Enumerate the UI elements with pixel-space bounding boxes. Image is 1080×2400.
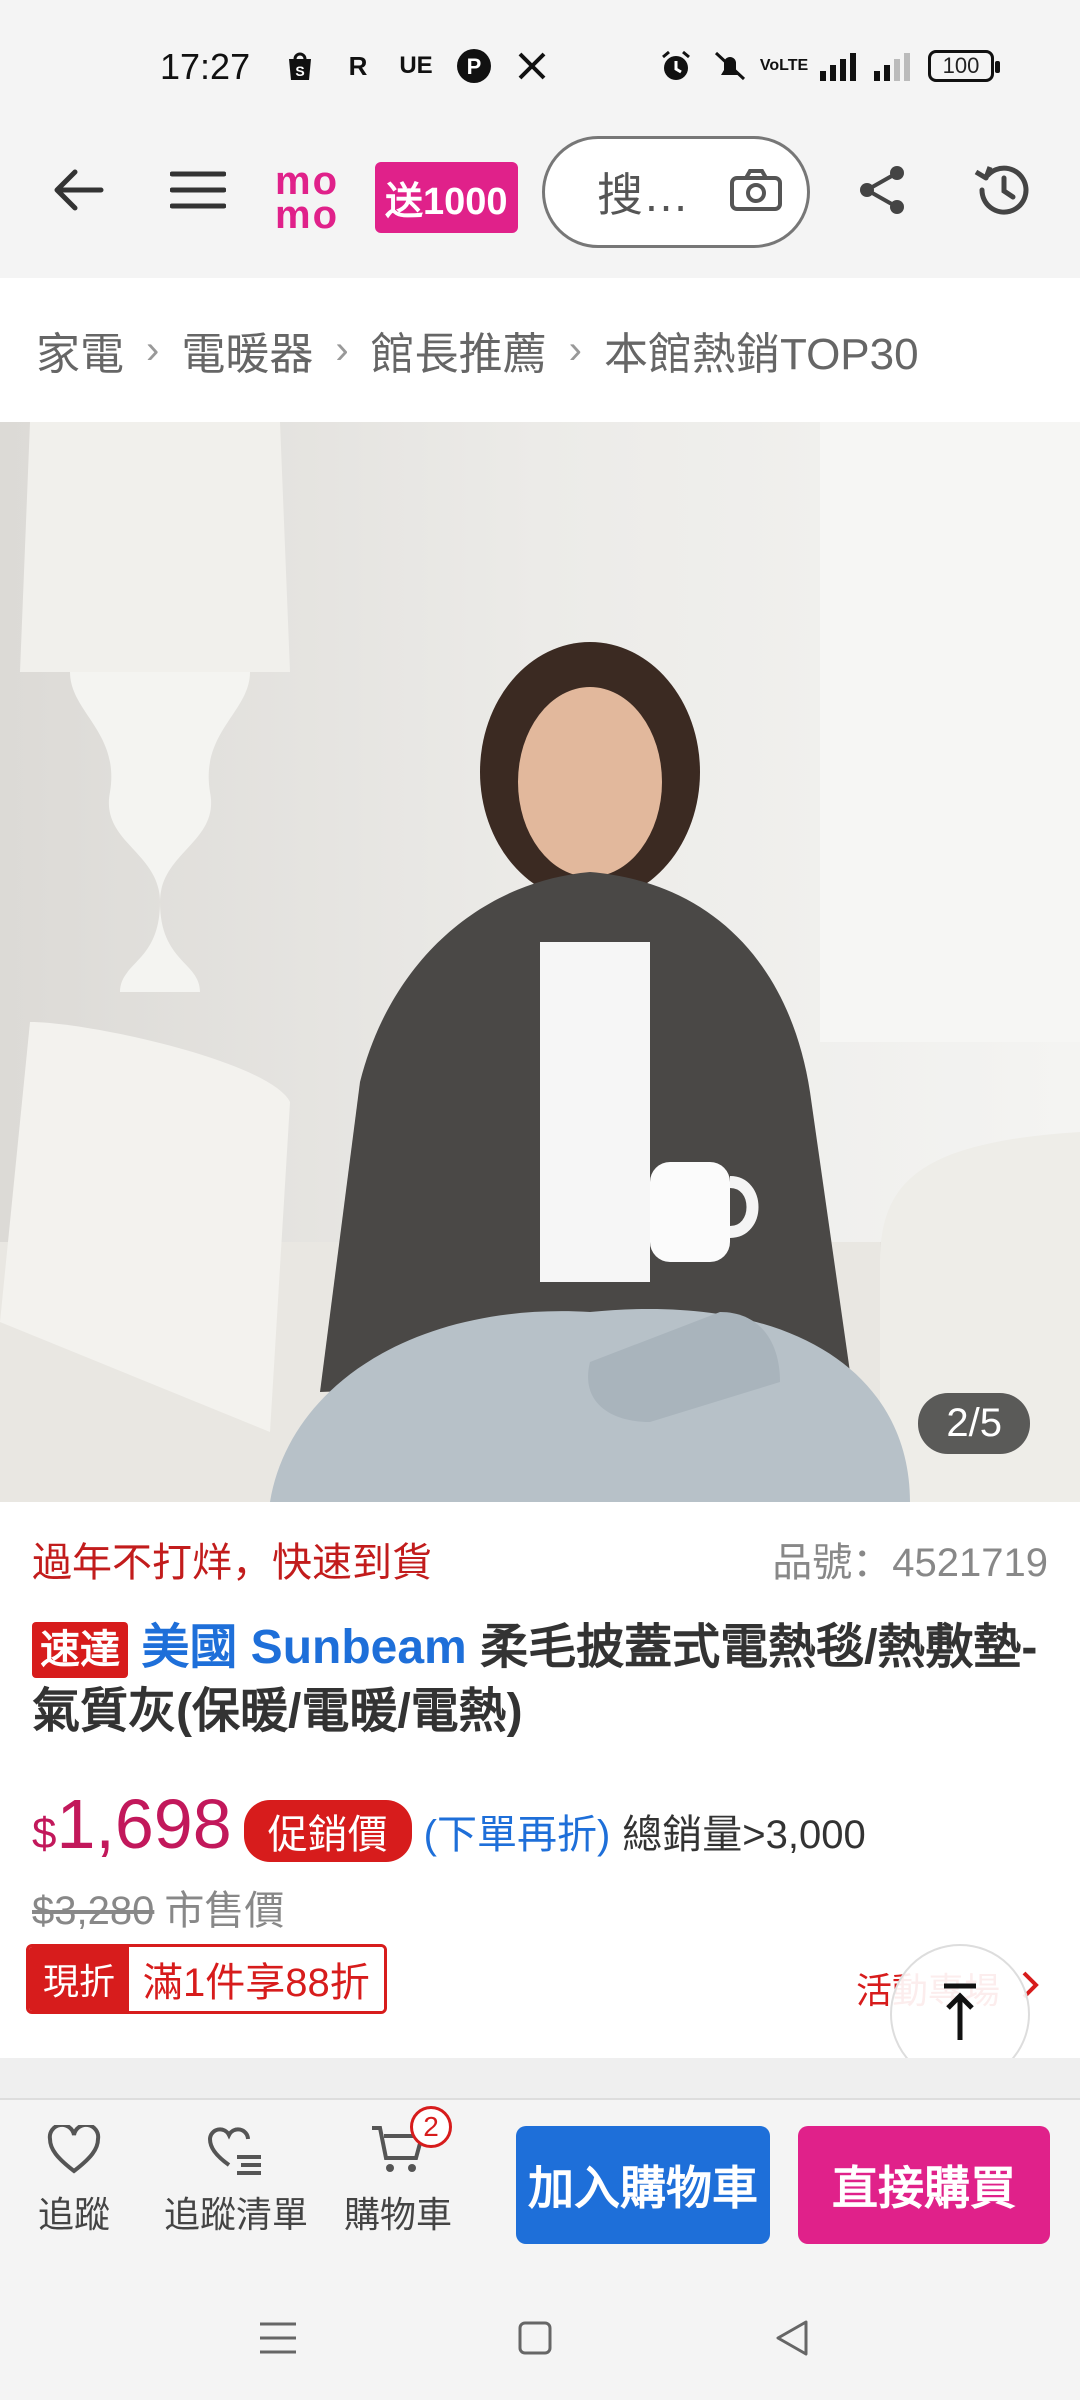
price-group: $1,698 [32, 1784, 232, 1864]
mute-icon [712, 48, 748, 84]
breadcrumb-item[interactable]: 本館熱銷TOP30 [604, 318, 919, 382]
discount-link[interactable]: (下單再折) [424, 1802, 611, 1860]
p-icon: P [456, 48, 492, 84]
bottom-action-bar: 追蹤 追蹤清單 2 購物車 加入購物車 直接購買 [0, 2098, 1080, 2268]
product-image-gallery[interactable]: 2/5 [0, 422, 1080, 1502]
status-notification-icons: S R UE P [282, 48, 550, 84]
shopping-bag-icon: S [282, 48, 318, 84]
coupon-text: 滿1件享88折 [129, 1947, 384, 2011]
fast-delivery-tag: 速達 [32, 1622, 128, 1679]
chevron-right-icon: › [568, 327, 582, 372]
home-icon[interactable] [505, 2308, 565, 2368]
history-icon[interactable] [962, 150, 1042, 230]
search-placeholder: 搜… [597, 169, 689, 221]
top-header: mo mo 送1000 搜… [0, 136, 1080, 278]
price-row: $1,698 促銷價 (下單再折) 總銷量>3,000 [32, 1784, 1048, 1864]
x-icon [514, 48, 550, 84]
cart-count-badge: 2 [410, 2106, 452, 2148]
breadcrumb-item[interactable]: 館長推薦 [371, 318, 547, 382]
system-nav-bar [0, 2268, 1080, 2400]
cart-icon: 2 [368, 2106, 452, 2180]
track-list-label: 追蹤清單 [164, 2194, 309, 2235]
price: 1,698 [56, 1785, 232, 1863]
track-list-button[interactable]: 追蹤清單 [164, 2120, 308, 2238]
ue-icon: UE [399, 52, 433, 79]
logo-text: mo mo [275, 158, 339, 237]
cart-button[interactable]: 2 購物車 [344, 2106, 453, 2238]
promo-price-tag: 促銷價 [243, 1800, 412, 1862]
brand-link[interactable]: 美國 Sunbeam [141, 1621, 466, 1674]
coupon-label: 現折 [29, 1947, 130, 2011]
breadcrumb-item[interactable]: 家電 [36, 318, 124, 382]
status-system-icons: VoLTE 100 [658, 48, 1000, 84]
original-price: $3,280 [32, 1889, 155, 1933]
promo-text: 過年不打烊，快速到貨 [32, 1541, 432, 1585]
signal-icon [874, 48, 910, 84]
cart-label: 購物車 [344, 2194, 453, 2235]
4g-signal-icon [820, 48, 856, 84]
image-counter: 2/5 [918, 1393, 1030, 1454]
search-input[interactable]: 搜… [542, 136, 810, 248]
share-icon[interactable] [842, 150, 922, 230]
buy-now-button[interactable]: 直接購買 [798, 2126, 1050, 2244]
svg-text:S: S [295, 63, 304, 79]
camera-icon[interactable] [729, 168, 783, 217]
original-price-label: 市售價 [164, 1889, 285, 1933]
track-label: 追蹤 [38, 2194, 111, 2235]
track-button[interactable]: 追蹤 [38, 2120, 110, 2238]
status-time: 17:27 [160, 46, 251, 87]
promo-row: 過年不打烊，快速到貨 品號：4521719 [32, 1530, 1048, 1588]
price-currency: $ [32, 1809, 57, 1858]
r-icon: R [348, 50, 368, 81]
coupon-badge[interactable]: 現折 滿1件享88折 [26, 1944, 387, 2014]
svg-text:P: P [467, 54, 482, 79]
menu-icon[interactable] [158, 150, 238, 230]
section-divider [0, 2058, 1080, 2098]
heart-icon [44, 2120, 104, 2180]
chevron-right-icon: › [335, 327, 349, 372]
add-to-cart-button[interactable]: 加入購物車 [516, 2126, 770, 2244]
momo-logo[interactable]: mo mo 送1000 [275, 158, 518, 237]
breadcrumb: 家電 › 電暖器 › 館長推薦 › 本館熱銷TOP30 [0, 278, 1080, 422]
back-arrow-icon[interactable] [38, 150, 118, 230]
heart-list-icon [206, 2120, 266, 2180]
original-price-row: $3,280 市售價 [32, 1878, 284, 1936]
alarm-icon [658, 48, 694, 84]
breadcrumb-item[interactable]: 電暖器 [181, 318, 313, 382]
arrow-up-icon [940, 1982, 980, 2047]
battery-icon: 100 [928, 50, 1000, 82]
sales-count: 總銷量>3,000 [622, 1813, 866, 1857]
product-title: 速達 美國 Sunbeam 柔毛披蓋式電熱毯/熱敷墊-氣質灰(保暖/電暖/電熱) [32, 1616, 1048, 1744]
status-bar: 17:27 S R UE P VoLTE 100 [0, 0, 1080, 136]
product-photo [0, 422, 1080, 1502]
chevron-right-icon: › [146, 327, 160, 372]
volte-icon: VoLTE [759, 57, 809, 74]
product-sku: 品號：4521719 [772, 1541, 1048, 1585]
back-icon[interactable] [762, 2308, 822, 2368]
logo-badge: 送1000 [375, 162, 518, 233]
recent-apps-icon[interactable] [248, 2308, 308, 2368]
